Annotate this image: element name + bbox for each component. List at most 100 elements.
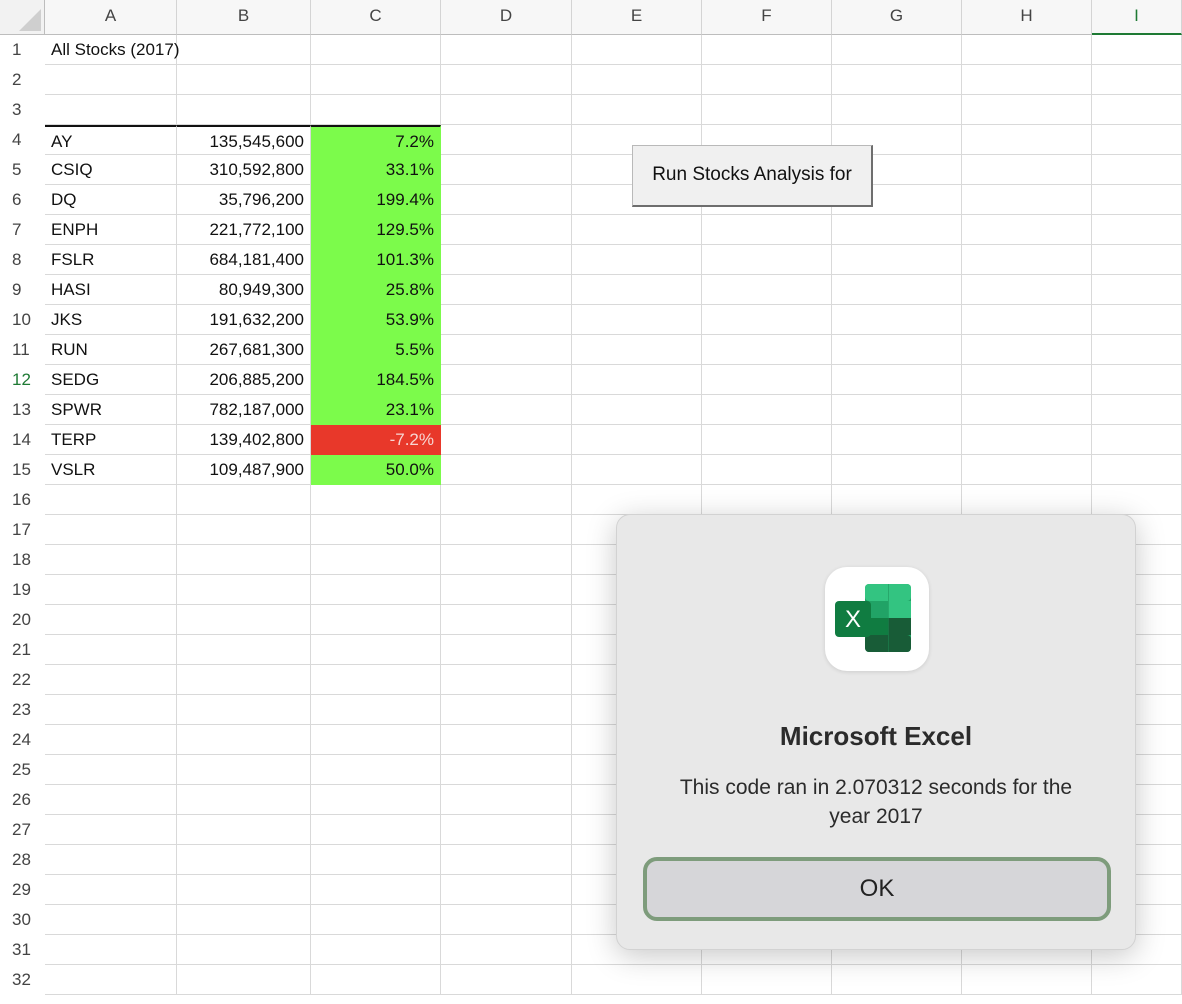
cell-c16[interactable] [311,485,441,515]
cell-i7[interactable] [1092,215,1182,245]
cell-a16[interactable] [45,485,177,515]
cell-h16[interactable] [962,485,1092,515]
cell-d14[interactable] [441,425,572,455]
cell-i4[interactable] [1092,125,1182,155]
cell-h3[interactable] [962,95,1092,125]
cell-d13[interactable] [441,395,572,425]
cell-d23[interactable] [441,695,572,725]
cell-b28[interactable] [177,845,311,875]
cell-a30[interactable] [45,905,177,935]
cell-b16[interactable] [177,485,311,515]
cell-h32[interactable] [962,965,1092,995]
cell-c7[interactable]: 129.5% [311,215,441,245]
cell-b3[interactable] [177,95,311,125]
cell-e9[interactable] [572,275,702,305]
cell-i8[interactable] [1092,245,1182,275]
cell-d32[interactable] [441,965,572,995]
cell-i9[interactable] [1092,275,1182,305]
cell-d10[interactable] [441,305,572,335]
cell-a19[interactable] [45,575,177,605]
cell-a28[interactable] [45,845,177,875]
cell-a18[interactable] [45,545,177,575]
row-header-2[interactable]: 2 [0,65,45,95]
cell-h4[interactable] [962,125,1092,155]
cell-i14[interactable] [1092,425,1182,455]
cell-g8[interactable] [832,245,962,275]
cell-f15[interactable] [702,455,832,485]
cell-b17[interactable] [177,515,311,545]
row-header-17[interactable]: 17 [0,515,45,545]
cell-b5[interactable]: 310,592,800 [177,155,311,185]
cell-a25[interactable] [45,755,177,785]
row-header-24[interactable]: 24 [0,725,45,755]
cell-d21[interactable] [441,635,572,665]
cell-b8[interactable]: 684,181,400 [177,245,311,275]
cell-a27[interactable] [45,815,177,845]
cell-a29[interactable] [45,875,177,905]
cell-a2[interactable] [45,65,177,95]
cell-a9[interactable]: HASI [45,275,177,305]
cell-a10[interactable]: JKS [45,305,177,335]
cell-e2[interactable] [572,65,702,95]
cell-d31[interactable] [441,935,572,965]
cell-d11[interactable] [441,335,572,365]
row-header-25[interactable]: 25 [0,755,45,785]
cell-f7[interactable] [702,215,832,245]
cell-b1[interactable] [177,35,311,65]
cell-d30[interactable] [441,905,572,935]
cell-a1[interactable]: All Stocks (2017) [45,35,180,65]
cell-b9[interactable]: 80,949,300 [177,275,311,305]
cell-f13[interactable] [702,395,832,425]
cell-h2[interactable] [962,65,1092,95]
cell-i12[interactable] [1092,365,1182,395]
cell-b29[interactable] [177,875,311,905]
cell-d8[interactable] [441,245,572,275]
row-header-26[interactable]: 26 [0,785,45,815]
cell-d16[interactable] [441,485,572,515]
column-header-c[interactable]: C [311,0,441,35]
cell-d18[interactable] [441,545,572,575]
cell-g1[interactable] [832,35,962,65]
cell-a4[interactable]: AY [45,125,177,155]
cell-f10[interactable] [702,305,832,335]
cell-d12[interactable] [441,365,572,395]
cell-c18[interactable] [311,545,441,575]
cell-g7[interactable] [832,215,962,245]
cell-e13[interactable] [572,395,702,425]
cell-f11[interactable] [702,335,832,365]
cell-c24[interactable] [311,725,441,755]
cell-d6[interactable] [441,185,572,215]
row-header-29[interactable]: 29 [0,875,45,905]
cell-b19[interactable] [177,575,311,605]
cell-a20[interactable] [45,605,177,635]
row-header-18[interactable]: 18 [0,545,45,575]
cell-c2[interactable] [311,65,441,95]
select-all-corner[interactable] [0,0,45,35]
cell-e32[interactable] [572,965,702,995]
cell-d3[interactable] [441,95,572,125]
cell-h5[interactable] [962,155,1092,185]
cell-c31[interactable] [311,935,441,965]
cell-g11[interactable] [832,335,962,365]
cell-i2[interactable] [1092,65,1182,95]
cell-d26[interactable] [441,785,572,815]
row-header-21[interactable]: 21 [0,635,45,665]
cell-c25[interactable] [311,755,441,785]
cell-a7[interactable]: ENPH [45,215,177,245]
cell-f14[interactable] [702,425,832,455]
cell-c19[interactable] [311,575,441,605]
cell-g16[interactable] [832,485,962,515]
cell-h10[interactable] [962,305,1092,335]
cell-b14[interactable]: 139,402,800 [177,425,311,455]
cell-c28[interactable] [311,845,441,875]
cell-i16[interactable] [1092,485,1182,515]
cell-h9[interactable] [962,275,1092,305]
cell-f16[interactable] [702,485,832,515]
cell-e3[interactable] [572,95,702,125]
cell-i15[interactable] [1092,455,1182,485]
cell-i3[interactable] [1092,95,1182,125]
cell-c29[interactable] [311,875,441,905]
cell-b20[interactable] [177,605,311,635]
cell-d19[interactable] [441,575,572,605]
cell-c1[interactable] [311,35,441,65]
